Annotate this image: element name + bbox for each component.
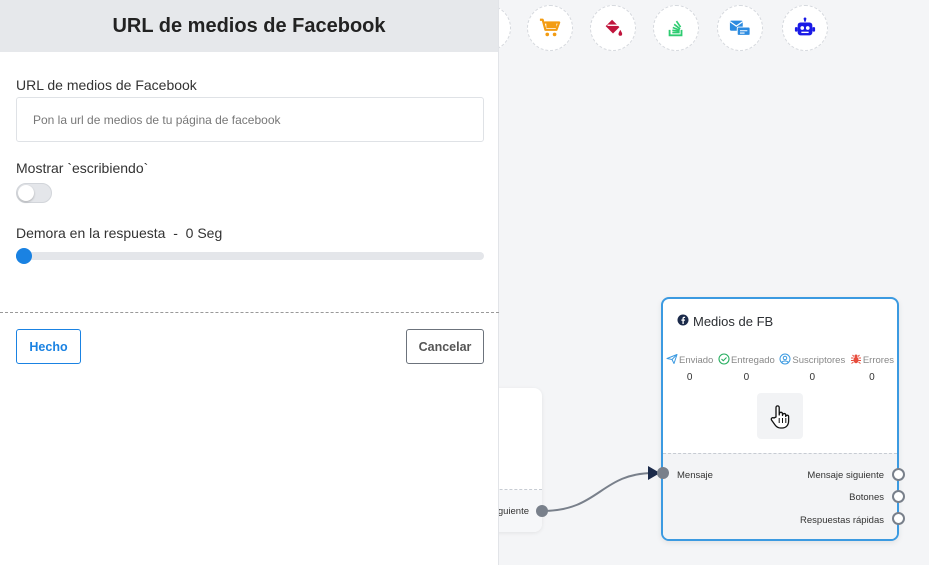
bug-icon (850, 353, 862, 368)
delay-slider[interactable] (16, 248, 484, 264)
stat-value: 0 (743, 372, 750, 383)
stat-label: Errores (862, 355, 894, 366)
mail-card-icon (728, 17, 752, 39)
stat-label: Entregado (730, 355, 775, 366)
panel-divider (0, 312, 499, 313)
output-port-buttons[interactable] (892, 490, 905, 503)
stat-value: 0 (869, 372, 875, 383)
cart-tool-button[interactable] (527, 5, 573, 51)
delay-label: Demora en la respuesta - 0 Seg (16, 225, 223, 241)
robot-icon (794, 17, 816, 39)
url-field-label: URL de medios de Facebook (16, 77, 197, 93)
stackoverflow-icon (665, 17, 687, 39)
cancel-button[interactable]: Cancelar (406, 329, 484, 364)
output-label-buttons: Botones (849, 492, 884, 503)
output-label-quick-replies: Respuestas rápidas (800, 515, 884, 526)
node-stats: Enviado 0 Entregado 0 Suscriptores 0 Err… (666, 353, 894, 383)
typing-toggle[interactable] (16, 183, 52, 203)
slider-thumb[interactable] (16, 248, 32, 264)
settings-panel: URL de medios de Facebook URL de medios … (0, 0, 499, 565)
bot-tool-button[interactable] (782, 5, 828, 51)
node-title: Medios de FB (677, 314, 773, 329)
node-title-text: Medios de FB (693, 314, 774, 329)
paint-bucket-icon (602, 17, 624, 39)
cart-icon (539, 17, 561, 39)
send-icon (666, 353, 678, 368)
output-port-next-message[interactable] (892, 468, 905, 481)
cursor-highlight (757, 393, 803, 439)
typing-toggle-label: Mostrar `escribiendo` (16, 160, 149, 176)
stat-errors: Errores 0 (850, 353, 894, 383)
stat-subscribers: Suscriptores 0 (779, 353, 845, 383)
stat-label: Suscriptores (792, 355, 846, 366)
stat-value: 0 (686, 372, 693, 383)
toggle-knob (18, 185, 34, 201)
stat-value: 0 (809, 372, 816, 383)
output-port-next[interactable] (536, 505, 548, 517)
panel-header: URL de medios de Facebook (0, 0, 498, 52)
mail-tool-button[interactable] (717, 5, 763, 51)
output-port-quick-replies[interactable] (892, 512, 905, 525)
stat-sent: Enviado 0 (666, 353, 713, 383)
input-label-message: Mensaje (677, 470, 713, 481)
facebook-icon (677, 314, 689, 329)
panel-title: URL de medios de Facebook (112, 14, 386, 37)
delay-value: 0 Seg (185, 225, 223, 241)
done-button[interactable]: Hecho (16, 329, 81, 364)
stack-tool-button[interactable] (653, 5, 699, 51)
output-label-next-message: Mensaje siguiente (807, 470, 884, 481)
stat-label: Enviado (679, 355, 714, 366)
paint-tool-button[interactable] (590, 5, 636, 51)
input-port-message[interactable] (657, 467, 669, 479)
user-circle-icon (779, 353, 791, 368)
hand-pointer-icon (769, 404, 791, 435)
delay-label-text: Demora en la respuesta (16, 225, 166, 241)
media-url-input[interactable] (16, 97, 484, 142)
check-circle-icon (718, 353, 730, 368)
stat-delivered: Entregado 0 (718, 353, 775, 383)
